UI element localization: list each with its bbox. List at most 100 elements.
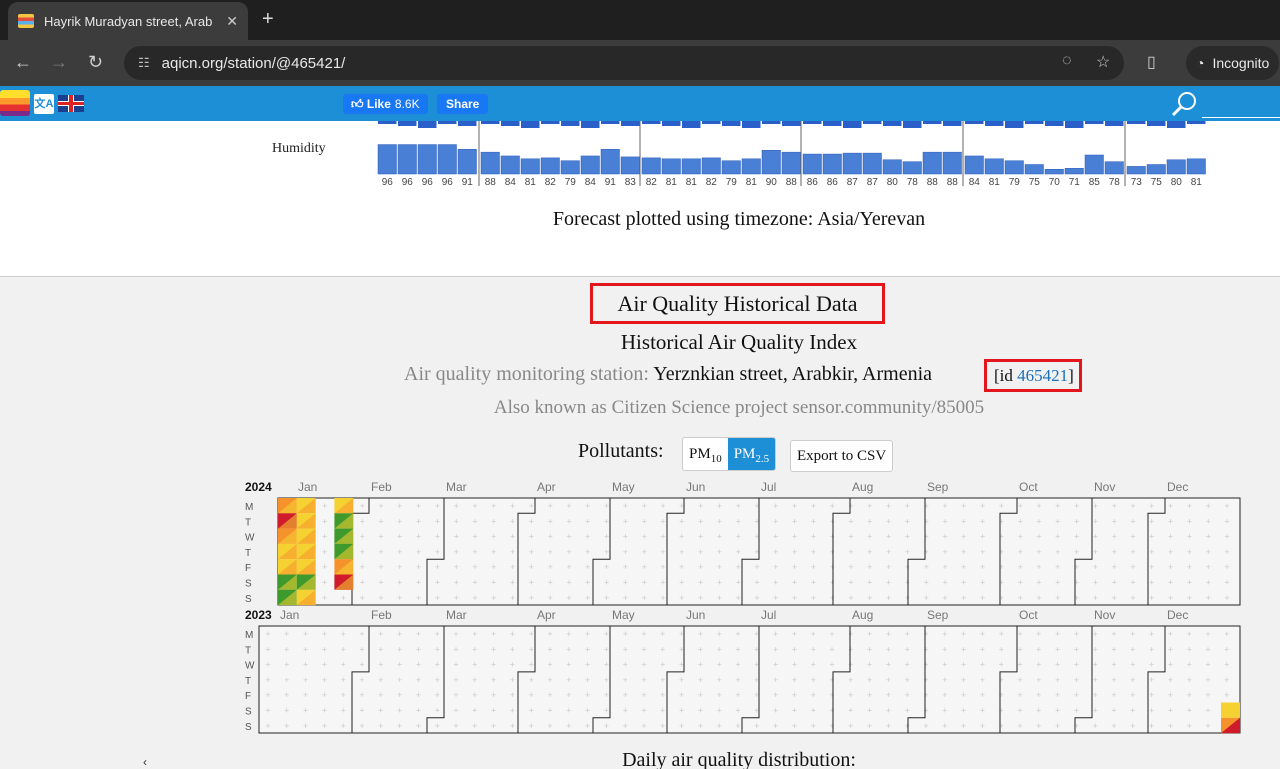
grid-plus: + bbox=[1187, 501, 1192, 511]
upper-chart-bar bbox=[1147, 121, 1166, 126]
grid-plus: + bbox=[660, 532, 665, 542]
grid-plus: + bbox=[1224, 675, 1229, 685]
grid-plus: + bbox=[999, 690, 1004, 700]
upper-chart-bar bbox=[1085, 121, 1104, 124]
grid-plus: + bbox=[491, 644, 496, 654]
grid-plus: + bbox=[566, 501, 571, 511]
translate-icon[interactable]: 文A bbox=[34, 94, 54, 114]
grid-plus: + bbox=[942, 675, 947, 685]
uk-flag-icon[interactable] bbox=[58, 95, 84, 112]
close-tab-icon[interactable]: ✕ bbox=[226, 13, 238, 30]
bookmark-star-icon[interactable]: ☆ bbox=[1096, 52, 1110, 72]
humidity-value: 81 bbox=[666, 177, 678, 188]
new-tab-button[interactable]: + bbox=[262, 8, 274, 31]
grid-plus: + bbox=[1168, 578, 1173, 588]
grid-plus: + bbox=[641, 690, 646, 700]
facebook-like-button[interactable]: 👍︎ Like 8.6K bbox=[343, 94, 428, 114]
back-arrow-icon[interactable]: ← bbox=[14, 52, 32, 73]
grid-plus: + bbox=[341, 721, 346, 731]
station-id-suffix: ] bbox=[1068, 366, 1074, 385]
grid-plus: + bbox=[1168, 644, 1173, 654]
upper-chart-bar bbox=[398, 121, 417, 126]
calendar-day-label: F bbox=[245, 691, 251, 702]
grid-plus: + bbox=[1036, 629, 1041, 639]
grid-plus: + bbox=[773, 593, 778, 603]
grid-plus: + bbox=[641, 721, 646, 731]
humidity-bar bbox=[741, 158, 761, 175]
upper-chart-bar bbox=[481, 121, 500, 124]
eye-off-icon[interactable]: ◌ bbox=[1062, 52, 1072, 70]
grid-plus: + bbox=[265, 706, 270, 716]
grid-plus: + bbox=[773, 706, 778, 716]
grid-plus: + bbox=[773, 501, 778, 511]
calendar-month-label: Sep bbox=[927, 480, 949, 494]
grid-plus: + bbox=[924, 501, 929, 511]
grid-plus: + bbox=[1187, 660, 1192, 670]
grid-plus: + bbox=[1036, 644, 1041, 654]
grid-plus: + bbox=[1112, 516, 1117, 526]
humidity-bar bbox=[417, 144, 437, 175]
aqicn-logo-icon[interactable] bbox=[0, 90, 30, 116]
grid-plus: + bbox=[1074, 644, 1079, 654]
side-panel-icon[interactable]: ▯ bbox=[1147, 52, 1156, 72]
grid-plus: + bbox=[378, 644, 383, 654]
grid-plus: + bbox=[1074, 706, 1079, 716]
grid-plus: + bbox=[980, 721, 985, 731]
search-input[interactable] bbox=[1202, 117, 1280, 118]
address-bar[interactable]: ☷ aqicn.org/station/@465421/ bbox=[124, 46, 1124, 80]
humidity-bar bbox=[437, 144, 457, 175]
humidity-bar bbox=[701, 157, 721, 175]
calendar-month-label: Mar bbox=[446, 480, 467, 494]
grid-plus: + bbox=[829, 690, 834, 700]
grid-plus: + bbox=[1224, 562, 1229, 572]
grid-plus: + bbox=[566, 629, 571, 639]
grid-plus: + bbox=[905, 690, 910, 700]
grid-plus: + bbox=[1074, 690, 1079, 700]
grid-plus: + bbox=[1017, 690, 1022, 700]
upper-chart-bar bbox=[581, 121, 600, 128]
grid-plus: + bbox=[435, 629, 440, 639]
browser-tab[interactable]: Hayrik Muradyan street, Arab ✕ bbox=[8, 2, 248, 40]
grid-plus: + bbox=[811, 644, 816, 654]
upper-chart-bar bbox=[1025, 121, 1044, 124]
grid-plus: + bbox=[735, 690, 740, 700]
pm25-button[interactable]: PM2.5 bbox=[727, 438, 776, 470]
grid-plus: + bbox=[1130, 629, 1135, 639]
grid-plus: + bbox=[322, 644, 327, 654]
site-info-icon[interactable]: ☷ bbox=[138, 55, 150, 71]
grid-plus: + bbox=[773, 532, 778, 542]
pollutant-toggle: PM10 PM2.5 bbox=[682, 437, 777, 471]
grid-plus: + bbox=[773, 644, 778, 654]
calendar-month-label: Oct bbox=[1019, 608, 1038, 622]
search-icon[interactable] bbox=[1170, 90, 1200, 118]
grid-plus: + bbox=[924, 516, 929, 526]
humidity-bar bbox=[842, 152, 862, 175]
incognito-indicator[interactable]: ◔ Incognito bbox=[1186, 46, 1280, 80]
upper-chart-bar bbox=[621, 121, 640, 126]
grid-plus: + bbox=[397, 629, 402, 639]
grid-plus: + bbox=[623, 547, 628, 557]
grid-plus: + bbox=[905, 675, 910, 685]
station-id-link[interactable]: 465421 bbox=[1017, 366, 1068, 385]
grid-plus: + bbox=[1055, 593, 1060, 603]
grid-plus: + bbox=[961, 629, 966, 639]
calendar-month-label: May bbox=[612, 608, 635, 622]
reload-icon[interactable]: ↻ bbox=[88, 52, 103, 73]
humidity-value: 86 bbox=[807, 177, 819, 188]
facebook-share-button[interactable]: Share bbox=[437, 94, 489, 114]
humidity-value: 96 bbox=[402, 177, 414, 188]
forecast-section: Humidity 96 96 96 96 91 88 84 81 82 79 84 91 83 82 81 8… bbox=[0, 121, 1280, 277]
grid-plus: + bbox=[491, 547, 496, 557]
pm10-button[interactable]: PM10 bbox=[683, 438, 728, 470]
grid-plus: + bbox=[623, 629, 628, 639]
export-csv-button[interactable]: Export to CSV bbox=[790, 440, 894, 472]
forward-arrow-icon[interactable]: → bbox=[50, 52, 68, 73]
humidity-bar bbox=[1004, 160, 1024, 175]
grid-plus: + bbox=[472, 562, 477, 572]
grid-plus: + bbox=[1149, 516, 1154, 526]
grid-plus: + bbox=[435, 706, 440, 716]
calendar-month-label: Jan bbox=[298, 480, 317, 494]
grid-plus: + bbox=[1168, 629, 1173, 639]
aqi-day-cell[interactable] bbox=[1221, 702, 1240, 718]
grid-plus: + bbox=[416, 516, 421, 526]
